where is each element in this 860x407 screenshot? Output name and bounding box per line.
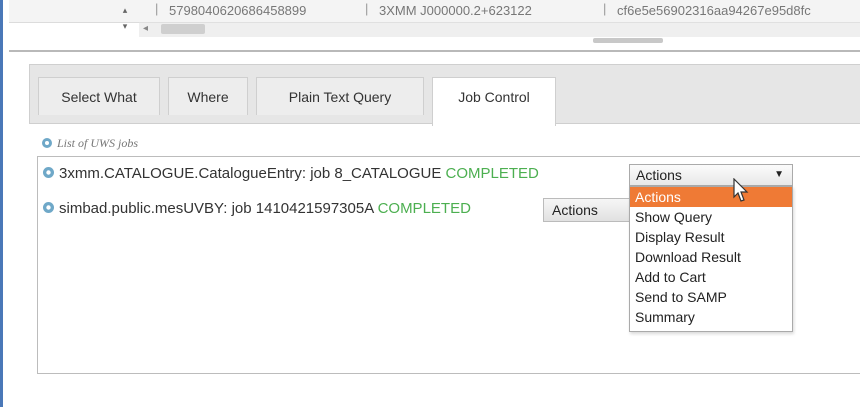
- cell-separator: |: [365, 1, 369, 16]
- tab-select-what[interactable]: Select What: [38, 77, 160, 115]
- gear-icon: [43, 202, 54, 213]
- menu-item-display-result[interactable]: Display Result: [630, 227, 792, 247]
- list-item: 3xmm.CATALOGUE.CatalogueEntry: job 8_CAT…: [42, 165, 539, 182]
- menu-item-actions[interactable]: Actions: [630, 187, 792, 207]
- job-status: COMPLETED: [445, 165, 539, 182]
- gear-icon: [43, 167, 54, 178]
- result-cell-name: 3XMM J000000.2+623122: [379, 3, 532, 18]
- menu-item-send-to-samp[interactable]: Send to SAMP: [630, 287, 792, 307]
- actions-dropdown-menu: Actions Show Query Display Result Downlo…: [629, 186, 793, 332]
- menu-item-summary[interactable]: Summary: [630, 307, 792, 327]
- menu-item-add-to-cart[interactable]: Add to Cart: [630, 267, 792, 287]
- selected-action: Actions: [636, 167, 682, 183]
- results-strip: | 5798040620686458899 | 3XMM J000000.2+6…: [9, 0, 860, 44]
- job-name: 3xmm.CATALOGUE.CatalogueEntry: job 8_CAT…: [59, 165, 442, 182]
- uws-jobs-heading: List of UWS jobs: [41, 136, 138, 151]
- mouse-cursor-icon: [733, 178, 749, 202]
- menu-item-show-query[interactable]: Show Query: [630, 207, 792, 227]
- tab-where[interactable]: Where: [168, 77, 248, 115]
- section-divider: [9, 50, 860, 52]
- result-cell-hash: cf6e5e56902316aa94267e95d8fc: [617, 3, 811, 18]
- app-frame: | 5798040620686458899 | 3XMM J000000.2+6…: [0, 0, 860, 407]
- cell-separator: |: [603, 1, 607, 16]
- job-name: simbad.public.mesUVBY: job 1410421597305…: [59, 200, 374, 217]
- tab-job-control[interactable]: Job Control: [432, 77, 556, 126]
- job-actions-select-open[interactable]: Actions ▼: [629, 164, 793, 186]
- result-cell-oid: 5798040620686458899: [169, 3, 307, 18]
- job-actions-select[interactable]: Actions: [543, 198, 633, 222]
- query-tabs-bar: Select What Where Plain Text Query Job C…: [29, 64, 860, 126]
- left-arrow-icon[interactable]: ◂: [143, 22, 155, 36]
- menu-item-download-result[interactable]: Download Result: [630, 247, 792, 267]
- gear-icon: [42, 138, 52, 148]
- scrollbar-thumb[interactable]: [161, 24, 205, 34]
- results-row[interactable]: | 5798040620686458899 | 3XMM J000000.2+6…: [9, 0, 860, 23]
- cell-separator: |: [155, 1, 159, 16]
- list-item: simbad.public.mesUVBY: job 1410421597305…: [42, 200, 471, 217]
- tab-plain-text-query[interactable]: Plain Text Query: [256, 77, 424, 115]
- chevron-down-icon: ▼: [774, 169, 784, 180]
- horizontal-scrollbar[interactable]: [139, 22, 860, 37]
- up-down-arrows-icon[interactable]: ▴ ▾: [115, 2, 135, 38]
- job-status: COMPLETED: [377, 200, 471, 217]
- page-scrollbar-thumb[interactable]: [593, 38, 663, 43]
- uws-heading-text: List of UWS jobs: [57, 136, 139, 150]
